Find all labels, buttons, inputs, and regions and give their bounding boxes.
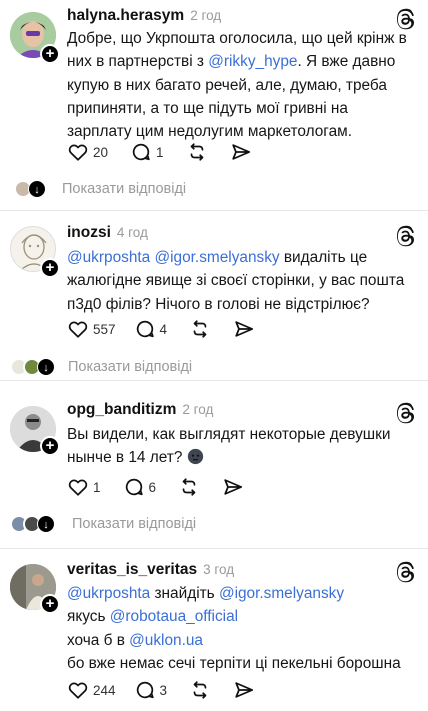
post-header: inozsi 4 год xyxy=(67,224,148,246)
comment-count: 3 xyxy=(159,682,168,698)
divider xyxy=(0,548,428,549)
comment-count: 4 xyxy=(159,321,168,337)
text-segment: хоча б в xyxy=(67,631,130,649)
like-button[interactable]: 244 xyxy=(67,679,116,701)
action-bar: 20 1 xyxy=(67,140,252,164)
arrow-down-icon: ↓ xyxy=(37,515,55,533)
like-count: 1 xyxy=(93,479,101,495)
comment-button[interactable]: 4 xyxy=(134,318,168,340)
comment-button[interactable]: 1 xyxy=(130,141,164,163)
action-bar: 1 6 xyxy=(67,475,244,499)
text-segment: знайдіть xyxy=(150,585,219,602)
text-line: бо вже немає сечі терпіти ці пекельні бо… xyxy=(67,652,407,675)
threads-logo-icon[interactable] xyxy=(394,561,416,583)
like-count: 557 xyxy=(93,321,116,337)
text-segment: бо вже немає сечі терпіти ці пекельні бо… xyxy=(67,654,401,672)
repost-icon xyxy=(190,143,203,161)
share-button[interactable] xyxy=(233,679,255,701)
like-button[interactable]: 1 xyxy=(67,476,101,498)
heart-icon xyxy=(68,479,88,496)
mention-link[interactable]: @igor.smelyansky xyxy=(219,585,344,602)
follow-plus-icon[interactable]: + xyxy=(40,436,60,456)
divider xyxy=(0,210,428,211)
action-bar: 244 3 xyxy=(67,678,255,702)
post-text: @ukrposhta @igor.smelyansky видаліть це … xyxy=(67,246,407,316)
repost-button[interactable] xyxy=(189,318,211,340)
comment-button[interactable]: 3 xyxy=(134,679,168,701)
comment-icon xyxy=(125,478,143,496)
mention-link[interactable]: @ukrposhta xyxy=(67,585,150,602)
threads-logo-icon[interactable] xyxy=(394,402,416,424)
like-count: 20 xyxy=(93,144,109,160)
show-replies-link[interactable]: Показати відповіді xyxy=(68,359,192,375)
show-replies-link[interactable]: Показати відповіді xyxy=(72,516,196,532)
show-replies-link[interactable]: Показати відповіді xyxy=(62,181,186,197)
send-icon xyxy=(224,479,243,495)
repost-button[interactable] xyxy=(178,476,200,498)
post-text: @ukrposhta знайдіть @igor.smelyansky яку… xyxy=(67,582,407,675)
send-icon xyxy=(231,144,250,160)
timestamp: 3 год xyxy=(203,562,235,577)
timestamp: 4 год xyxy=(116,225,148,240)
like-button[interactable]: 557 xyxy=(67,318,116,340)
repost-icon xyxy=(182,478,196,496)
text-segment: якусь xyxy=(67,608,110,626)
comment-count: 6 xyxy=(148,479,157,495)
action-bar: 557 4 xyxy=(67,317,255,341)
follow-plus-icon[interactable]: + xyxy=(40,258,60,278)
repost-icon xyxy=(193,320,207,338)
mention-link[interactable]: @robotaua_official xyxy=(110,608,238,625)
send-icon xyxy=(235,682,254,698)
heart-icon xyxy=(68,144,88,161)
repost-button[interactable] xyxy=(189,679,211,701)
emoji-icon xyxy=(187,449,203,465)
post-text: Добре, що Укрпошта оголосила, що цей крі… xyxy=(67,27,407,143)
mention-link[interactable]: @igor.smelyansky xyxy=(155,249,280,266)
share-button[interactable] xyxy=(230,141,252,163)
post-text: Вы видели, как выглядят некоторые девушк… xyxy=(67,423,407,470)
username[interactable]: opg_banditizm xyxy=(67,401,176,419)
like-button[interactable]: 20 xyxy=(67,141,108,163)
repost-button[interactable] xyxy=(186,141,208,163)
follow-plus-icon[interactable]: + xyxy=(40,44,60,64)
replies-avatars[interactable]: ↓ xyxy=(10,355,55,379)
post-header: veritas_is_veritas 3 год xyxy=(67,561,234,583)
share-button[interactable] xyxy=(222,476,244,498)
replies-avatars[interactable]: ↓ xyxy=(14,177,46,201)
username[interactable]: inozsi xyxy=(67,224,111,242)
comment-button[interactable]: 6 xyxy=(123,476,157,498)
heart-icon xyxy=(68,682,88,699)
comment-icon xyxy=(136,320,154,338)
mention-link[interactable]: @ukrposhta xyxy=(67,249,150,266)
post-header: halyna.herasym 2 год xyxy=(67,7,221,29)
divider xyxy=(0,380,428,381)
send-icon xyxy=(235,321,254,337)
replies-avatars[interactable]: ↓ xyxy=(10,512,55,536)
arrow-down-icon: ↓ xyxy=(28,180,46,198)
share-button[interactable] xyxy=(233,318,255,340)
like-count: 244 xyxy=(93,682,116,698)
mention-link[interactable]: @rikky_hype xyxy=(208,53,297,70)
timestamp: 2 год xyxy=(182,402,214,417)
follow-plus-icon[interactable]: + xyxy=(40,594,60,614)
arrow-down-icon: ↓ xyxy=(37,358,55,376)
repost-icon xyxy=(193,681,207,699)
timestamp: 2 год xyxy=(190,8,222,23)
text-segment: Вы видели, как выглядят некоторые девушк… xyxy=(67,426,391,467)
heart-icon xyxy=(68,321,88,338)
comment-icon xyxy=(132,143,150,161)
comment-count: 1 xyxy=(156,144,164,160)
comment-icon xyxy=(136,681,154,699)
username[interactable]: veritas_is_veritas xyxy=(67,561,197,579)
post-header: opg_banditizm 2 год xyxy=(67,401,213,423)
mention-link[interactable]: @uklon.ua xyxy=(129,632,203,649)
threads-logo-icon[interactable] xyxy=(394,225,416,247)
text-line: якусь @robotaua_official xyxy=(67,605,407,628)
text-line: хоча б в @uklon.ua xyxy=(67,629,407,652)
username[interactable]: halyna.herasym xyxy=(67,7,184,25)
text-line: @ukrposhta знайдіть @igor.smelyansky xyxy=(67,582,407,605)
